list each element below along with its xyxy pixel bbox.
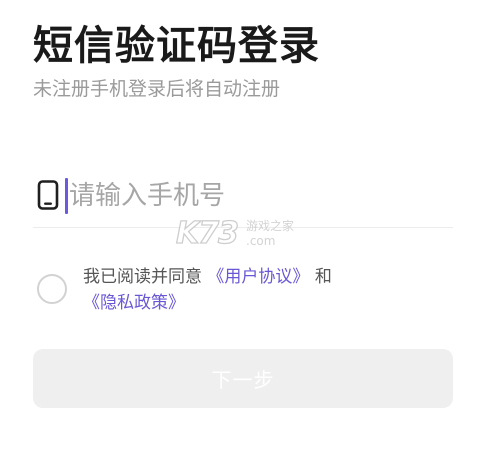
agreement-prefix: 我已阅读并同意 xyxy=(83,267,202,287)
agreement-row: 我已阅读并同意 《用户协议》 和 《隐私政策》 xyxy=(37,262,447,322)
sms-login-page: 短信验证码登录 未注册手机登录后将自动注册 K73 游戏之家 .com 我已阅读… xyxy=(0,0,483,471)
agreement-conjunction: 和 xyxy=(314,267,332,287)
phone-number-input[interactable] xyxy=(69,176,429,216)
page-title: 短信验证码登录 xyxy=(33,23,320,69)
agreement-text: 我已阅读并同意 《用户协议》 和 《隐私政策》 xyxy=(83,264,433,316)
agreement-checkbox[interactable] xyxy=(37,274,67,304)
phone-icon xyxy=(37,180,59,210)
watermark-logo: K73 xyxy=(175,215,239,251)
watermark-domain: .com xyxy=(246,234,276,248)
page-subtitle: 未注册手机登录后将自动注册 xyxy=(33,78,281,100)
text-caret xyxy=(65,178,68,214)
next-step-button[interactable]: 下一步 xyxy=(33,349,453,408)
site-watermark: K73 游戏之家 .com xyxy=(175,215,306,254)
watermark-text: 游戏之家 xyxy=(246,219,295,233)
user-agreement-link[interactable]: 《用户协议》 xyxy=(207,267,309,287)
privacy-policy-link[interactable]: 《隐私政策》 xyxy=(83,293,185,313)
